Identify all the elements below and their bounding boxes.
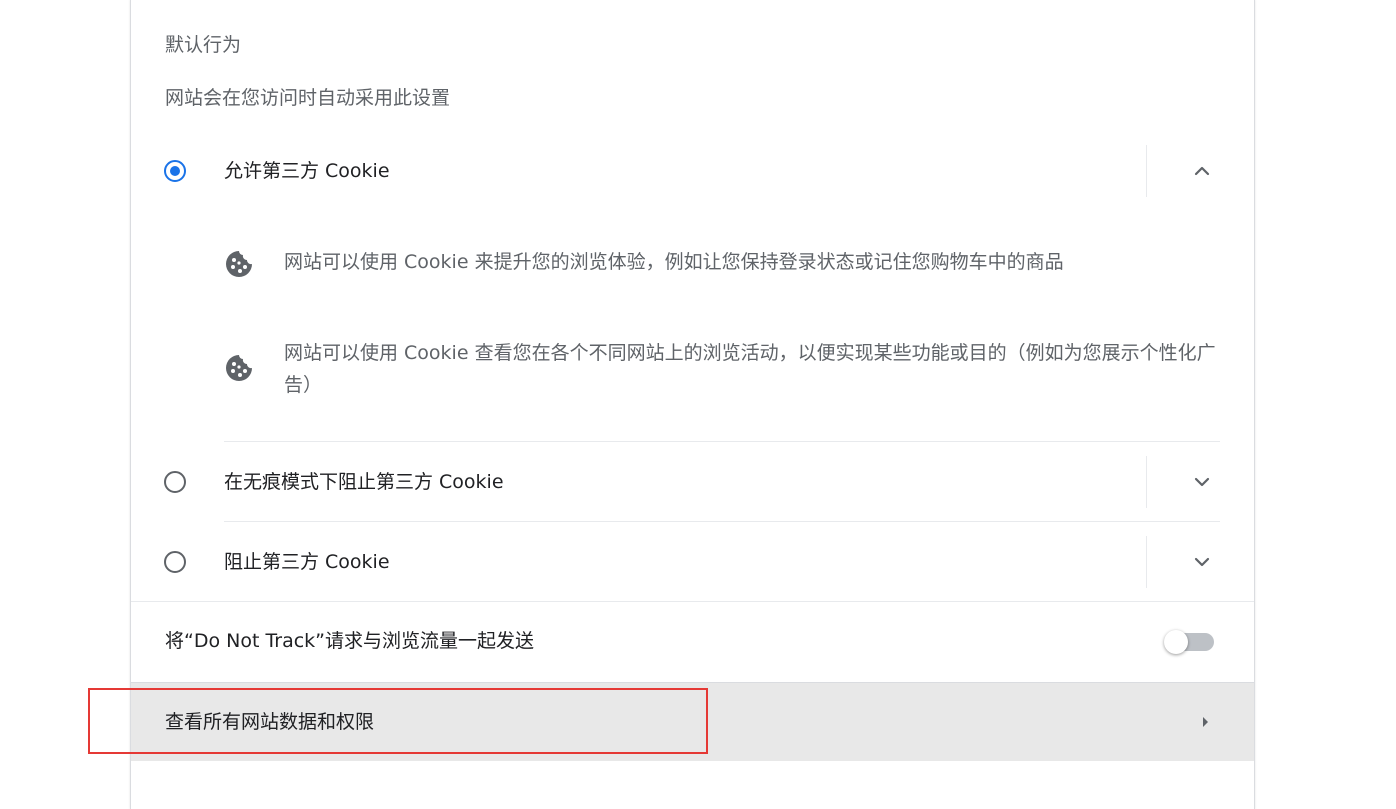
- site-data-label: 查看所有网站数据和权限: [165, 711, 375, 733]
- do-not-track-toggle[interactable]: [1164, 630, 1216, 654]
- detail-text: 网站可以使用 Cookie 来提升您的浏览体验，例如让您保持登录状态或记住您购物…: [284, 251, 1064, 273]
- chevron-up-icon: [1194, 166, 1210, 176]
- section-subtitle: 网站会在您访问时自动采用此设置: [165, 87, 451, 109]
- radio-option-block-third-party[interactable]: 阻止第三方 Cookie: [131, 536, 1254, 592]
- site-data-permissions-row[interactable]: 查看所有网站数据和权限: [131, 682, 1254, 761]
- cookie-settings-card: 默认行为 网站会在您访问时自动采用此设置 允许第三方 Cookie 网站可以使用…: [130, 0, 1255, 809]
- detail-text: 网站可以使用 Cookie 查看您在各个不同网站上的浏览活动，以便实现某些功能或…: [284, 342, 1216, 396]
- radio-label: 阻止第三方 Cookie: [224, 551, 390, 573]
- radio-label: 允许第三方 Cookie: [224, 160, 390, 182]
- radio-option-allow-third-party[interactable]: 允许第三方 Cookie: [131, 145, 1254, 201]
- expand-button[interactable]: [1184, 544, 1220, 580]
- settings-page: 默认行为 网站会在您访问时自动采用此设置 允许第三方 Cookie 网站可以使用…: [0, 0, 1396, 809]
- chevron-down-icon: [1194, 477, 1210, 487]
- expand-button[interactable]: [1184, 464, 1220, 500]
- toggle-knob: [1164, 630, 1188, 654]
- arrow-right-icon: [1203, 717, 1208, 727]
- chevron-down-icon: [1194, 557, 1210, 567]
- do-not-track-row[interactable]: 将“Do Not Track”请求与浏览流量一起发送: [131, 601, 1254, 682]
- detail-item: 网站可以使用 Cookie 查看您在各个不同网站上的浏览活动，以便实现某些功能或…: [224, 337, 1224, 407]
- radio-option-block-incognito[interactable]: 在无痕模式下阻止第三方 Cookie: [131, 456, 1254, 512]
- radio-button[interactable]: [164, 551, 186, 573]
- radio-button-checked[interactable]: [164, 160, 186, 182]
- cookie-icon: [226, 355, 252, 381]
- divider: [224, 441, 1220, 442]
- divider: [224, 521, 1220, 522]
- divider: [1146, 145, 1147, 197]
- do-not-track-label: 将“Do Not Track”请求与浏览流量一起发送: [165, 630, 535, 652]
- radio-label: 在无痕模式下阻止第三方 Cookie: [224, 471, 504, 493]
- radio-button[interactable]: [164, 471, 186, 493]
- expand-button[interactable]: [1184, 153, 1220, 189]
- divider: [1146, 536, 1147, 588]
- section-heading: 默认行为: [165, 34, 242, 56]
- cookie-icon: [226, 251, 252, 277]
- divider: [1146, 456, 1147, 508]
- detail-item: 网站可以使用 Cookie 来提升您的浏览体验，例如让您保持登录状态或记住您购物…: [224, 246, 1224, 286]
